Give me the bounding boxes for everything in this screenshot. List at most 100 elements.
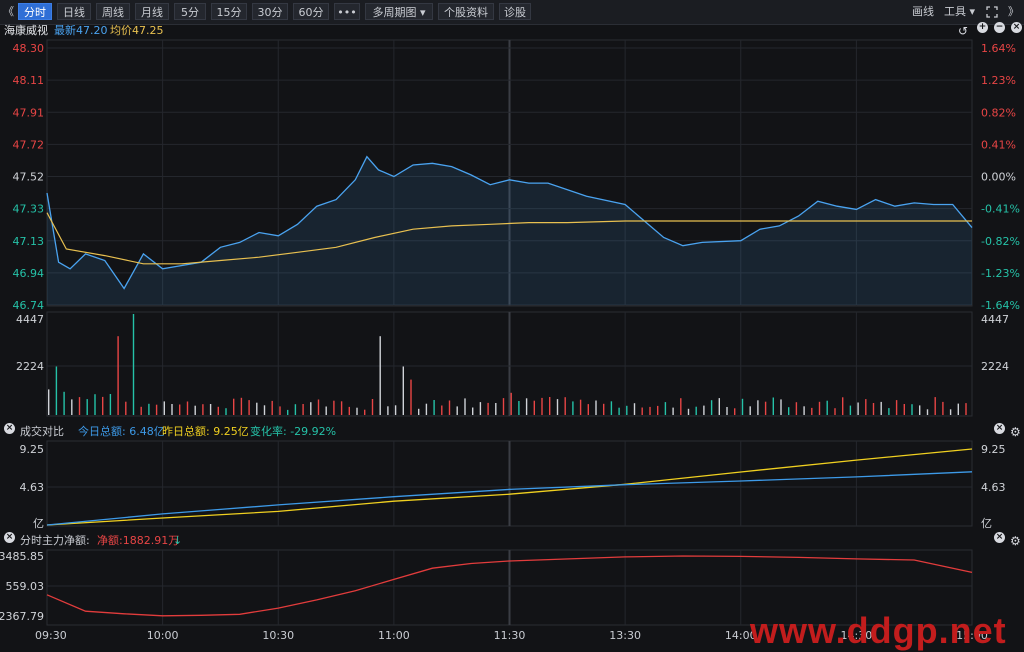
compare-tick-label: 4.63: [981, 481, 1006, 494]
time-tick-label: 13:30: [609, 629, 641, 642]
compare-tick-label: 亿: [981, 517, 992, 530]
stock-profile-button[interactable]: 个股资料: [438, 3, 494, 20]
price-frame: [46, 39, 973, 307]
volume-bar: [618, 407, 620, 415]
tab-15min[interactable]: 15分: [211, 3, 247, 20]
volume-bar: [533, 400, 535, 415]
volume-bar: [364, 409, 366, 415]
volume-bar: [780, 399, 782, 415]
tab-60min[interactable]: 60分: [293, 3, 329, 20]
tab-weekly[interactable]: 周线: [96, 3, 130, 20]
close-icon[interactable]: ×: [994, 532, 1005, 543]
volume-bar: [263, 405, 266, 415]
volume-bar: [772, 397, 774, 415]
price-tick-label: 47.72: [13, 138, 45, 151]
volume-bar: [209, 404, 212, 415]
average-price-label: 均价47.25: [110, 24, 164, 37]
today-total-line: [46, 471, 973, 526]
tab-30min[interactable]: 30分: [252, 3, 288, 20]
forward-icon[interactable]: 》: [1008, 3, 1019, 20]
zoom-out-icon[interactable]: −: [994, 22, 1005, 33]
tab-monthly[interactable]: 月线: [135, 3, 169, 20]
zoom-in-icon[interactable]: +: [977, 22, 988, 33]
fullscreen-icon[interactable]: [986, 3, 998, 20]
close-icon[interactable]: ×: [1011, 22, 1022, 33]
volume-bar: [155, 404, 158, 415]
volume-bar: [248, 400, 250, 415]
volume-bar: [287, 409, 289, 415]
volume-bar: [903, 404, 905, 415]
tab-daily[interactable]: 日线: [57, 3, 91, 20]
volume-bar: [379, 336, 381, 415]
gear-icon[interactable]: ⚙: [1010, 423, 1021, 441]
volume-bar: [333, 400, 335, 415]
volume-bar: [109, 394, 112, 415]
percent-tick-label: -0.41%: [981, 203, 1020, 216]
volume-bar: [78, 397, 81, 415]
volume-bar: [217, 406, 219, 415]
price-tick-label: 46.94: [13, 267, 45, 280]
draw-lines-button[interactable]: 画线: [912, 3, 934, 20]
volume-tick-label: 4447: [981, 313, 1009, 326]
volume-bar: [595, 400, 597, 415]
volume-bar: [664, 402, 667, 415]
diagnose-button[interactable]: 诊股: [499, 3, 531, 20]
volume-bar: [849, 405, 852, 415]
volume-bar: [757, 400, 759, 415]
volume-bar: [857, 402, 859, 415]
volume-bar: [348, 406, 350, 415]
volume-bar: [202, 404, 204, 415]
price-tick-label: 47.91: [13, 106, 45, 119]
volume-bar: [957, 403, 959, 415]
volume-bar: [317, 399, 320, 415]
time-tick-label: 10:00: [147, 629, 179, 642]
volume-bar: [310, 402, 312, 415]
volume-bar: [811, 407, 813, 415]
volume-bar: [687, 408, 690, 415]
price-area: [47, 156, 972, 305]
volume-bar: [294, 404, 297, 415]
tab-5min[interactable]: 5分: [174, 3, 206, 20]
volume-bar: [279, 406, 281, 415]
volume-bar: [741, 398, 744, 415]
close-icon[interactable]: ×: [994, 423, 1005, 434]
close-icon[interactable]: ×: [4, 532, 15, 543]
price-tick-label: 47.33: [13, 203, 45, 216]
volume-bar: [834, 408, 836, 415]
gear-icon[interactable]: ⚙: [1010, 532, 1021, 550]
volume-bar: [764, 401, 767, 415]
volume-bar: [549, 397, 551, 415]
volume-bar: [510, 392, 512, 415]
reset-icon[interactable]: ↺: [958, 22, 968, 40]
volume-bar: [102, 396, 104, 415]
percent-tick-label: -1.64%: [981, 299, 1020, 312]
volume-bar: [55, 366, 58, 415]
volume-bar: [949, 409, 952, 415]
volume-bar: [525, 398, 528, 415]
volume-bar: [788, 407, 790, 415]
volume-bar: [626, 405, 628, 415]
yesterday-total-label: 昨日总额: 9.25亿: [162, 425, 249, 438]
price-tick-label: 46.74: [13, 299, 45, 312]
volume-bar: [479, 402, 482, 415]
tools-dropdown[interactable]: 工具 ▾: [944, 3, 975, 20]
volume-bar: [402, 366, 404, 415]
volume-bar: [302, 404, 304, 415]
more-periods-button[interactable]: •••: [334, 3, 360, 20]
back-icon[interactable]: 《: [3, 3, 14, 20]
percent-tick-label: -1.23%: [981, 267, 1020, 280]
close-icon[interactable]: ×: [4, 423, 15, 434]
volume-bar: [94, 394, 96, 415]
volume-bar: [710, 400, 713, 415]
volume-bar: [826, 400, 828, 415]
volume-bar: [818, 401, 821, 415]
percent-tick-label: 0.41%: [981, 138, 1016, 151]
flow-title: 分时主力净额:: [20, 534, 90, 547]
volume-tick-label: 2224: [981, 360, 1009, 373]
volume-bar: [256, 402, 258, 415]
tab-intraday[interactable]: 分时: [18, 3, 52, 20]
price-line: [46, 155, 973, 290]
multi-period-dropdown[interactable]: 多周期图 ▾: [365, 3, 433, 20]
volume-bar: [726, 407, 728, 415]
volume-bar: [795, 402, 798, 415]
